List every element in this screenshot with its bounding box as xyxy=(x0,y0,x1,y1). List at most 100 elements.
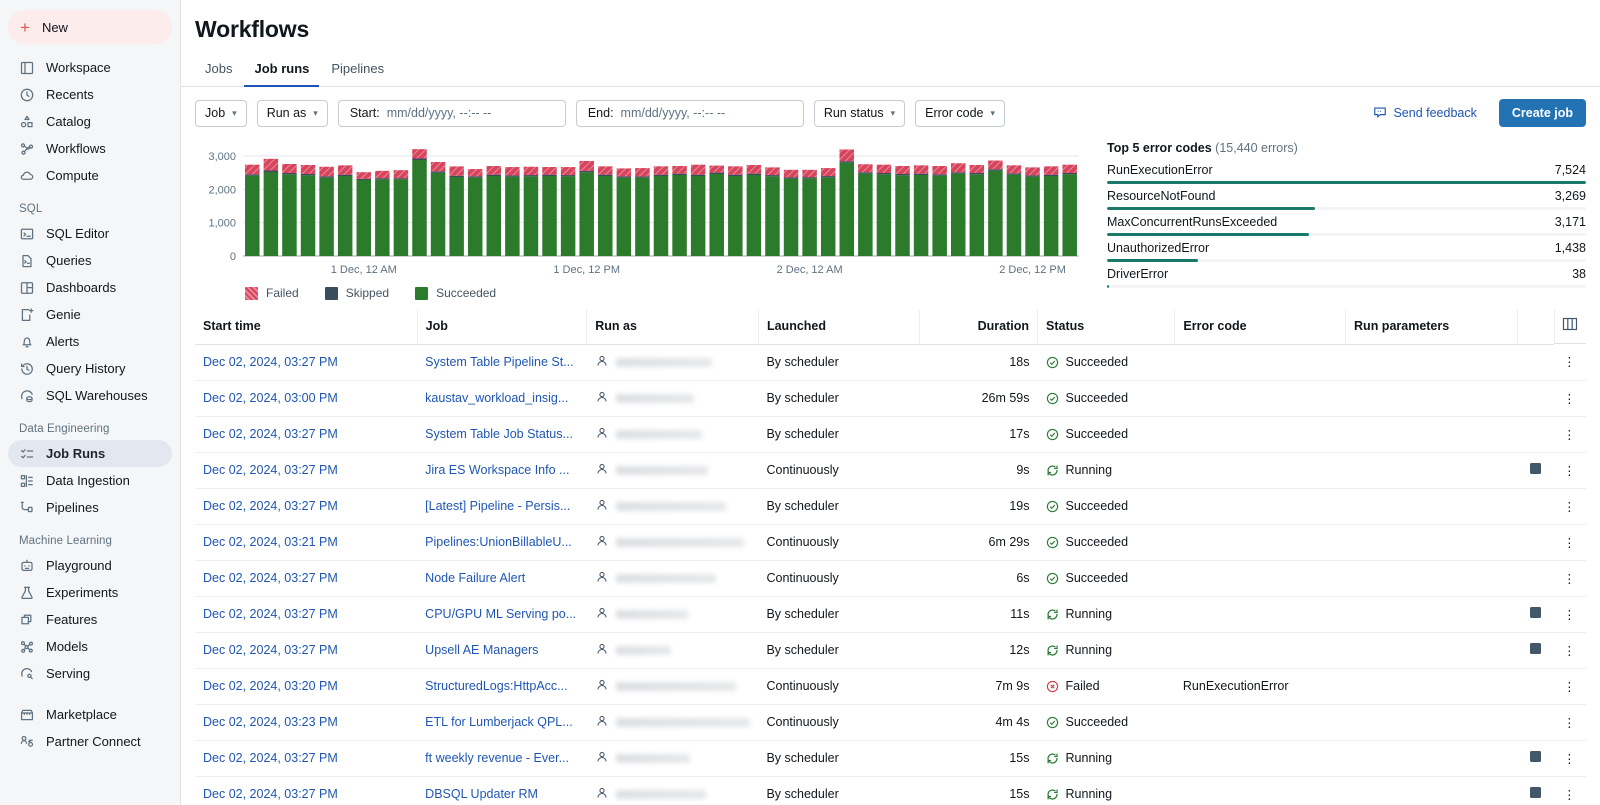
row-menu-button[interactable]: ⋮ xyxy=(1554,740,1586,776)
sidebar-item-compute[interactable]: Compute xyxy=(8,162,172,189)
stop-run-button[interactable] xyxy=(1530,607,1541,618)
table-row[interactable]: Dec 02, 2024, 03:27 PM ft weekly revenue… xyxy=(195,740,1586,776)
sidebar-item-dashboards[interactable]: Dashboards xyxy=(8,274,172,301)
start-date-input[interactable]: Start: mm/dd/yyyy, --:-- -- xyxy=(338,100,566,127)
column-header-status[interactable]: Status xyxy=(1038,310,1175,344)
start-time-link[interactable]: Dec 02, 2024, 03:23 PM xyxy=(203,715,338,729)
start-time-link[interactable]: Dec 02, 2024, 03:20 PM xyxy=(203,679,338,693)
start-time-link[interactable]: Dec 02, 2024, 03:27 PM xyxy=(203,463,338,477)
sidebar-item-genie[interactable]: Genie xyxy=(8,301,172,328)
sidebar-item-alerts[interactable]: Alerts xyxy=(8,328,172,355)
row-menu-button[interactable]: ⋮ xyxy=(1554,524,1586,560)
row-menu-button[interactable]: ⋮ xyxy=(1554,668,1586,704)
filter-run-as[interactable]: Run as ▾ xyxy=(257,100,328,127)
sidebar-item-models[interactable]: Models xyxy=(8,633,172,660)
error-code-row[interactable]: ResourceNotFound 3,269 xyxy=(1107,189,1586,210)
start-time-link[interactable]: Dec 02, 2024, 03:27 PM xyxy=(203,355,338,369)
job-link[interactable]: Upsell AE Managers xyxy=(425,643,538,657)
row-menu-button[interactable]: ⋮ xyxy=(1554,776,1586,805)
stop-run-button[interactable] xyxy=(1530,643,1541,654)
row-menu-button[interactable]: ⋮ xyxy=(1554,632,1586,668)
error-code-row[interactable]: DriverError 38 xyxy=(1107,267,1586,288)
sidebar-item-query-history[interactable]: Query History xyxy=(8,355,172,382)
sidebar-item-pipelines[interactable]: Pipelines xyxy=(8,494,172,521)
sidebar-item-experiments[interactable]: Experiments xyxy=(8,579,172,606)
start-time-link[interactable]: Dec 02, 2024, 03:27 PM xyxy=(203,751,338,765)
column-header-launched[interactable]: Launched xyxy=(758,310,919,344)
table-row[interactable]: Dec 02, 2024, 03:20 PM StructuredLogs:Ht… xyxy=(195,668,1586,704)
sidebar-item-serving[interactable]: Serving xyxy=(8,660,172,687)
column-header-duration[interactable]: Duration xyxy=(919,310,1037,344)
job-link[interactable]: CPU/GPU ML Serving po... xyxy=(425,607,576,621)
start-time-link[interactable]: Dec 02, 2024, 03:21 PM xyxy=(203,535,338,549)
job-link[interactable]: Jira ES Workspace Info ... xyxy=(425,463,569,477)
job-link[interactable]: [Latest] Pipeline - Persis... xyxy=(425,499,570,513)
row-menu-button[interactable]: ⋮ xyxy=(1554,704,1586,740)
sidebar-item-job-runs[interactable]: Job Runs xyxy=(8,440,172,467)
start-time-link[interactable]: Dec 02, 2024, 03:27 PM xyxy=(203,643,338,657)
row-menu-button[interactable]: ⋮ xyxy=(1554,596,1586,632)
table-row[interactable]: Dec 02, 2024, 03:27 PM System Table Job … xyxy=(195,416,1586,452)
filter-run-status[interactable]: Run status ▾ xyxy=(814,100,905,127)
row-menu-button[interactable]: ⋮ xyxy=(1554,416,1586,452)
row-menu-button[interactable]: ⋮ xyxy=(1554,488,1586,524)
start-time-link[interactable]: Dec 02, 2024, 03:27 PM xyxy=(203,607,338,621)
tab-pipelines[interactable]: Pipelines xyxy=(321,58,394,87)
start-time-link[interactable]: Dec 02, 2024, 03:27 PM xyxy=(203,571,338,585)
row-menu-button[interactable]: ⋮ xyxy=(1554,452,1586,488)
end-date-input[interactable]: End: mm/dd/yyyy, --:-- -- xyxy=(576,100,804,127)
job-link[interactable]: kaustav_workload_insig... xyxy=(425,391,568,405)
table-row[interactable]: Dec 02, 2024, 03:27 PM Upsell AE Manager… xyxy=(195,632,1586,668)
error-code-row[interactable]: RunExecutionError 7,524 xyxy=(1107,163,1586,184)
job-link[interactable]: ETL for Lumberjack QPL... xyxy=(425,715,573,729)
sidebar-item-recents[interactable]: Recents xyxy=(8,81,172,108)
sidebar-item-sql-warehouses[interactable]: SQL Warehouses xyxy=(8,382,172,409)
error-code-row[interactable]: MaxConcurrentRunsExceeded 3,171 xyxy=(1107,215,1586,236)
sidebar-item-features[interactable]: Features xyxy=(8,606,172,633)
send-feedback-button[interactable]: Send feedback xyxy=(1373,105,1476,122)
job-link[interactable]: System Table Pipeline St... xyxy=(425,355,573,369)
job-link[interactable]: StructuredLogs:HttpAcc... xyxy=(425,679,567,693)
job-link[interactable]: ft weekly revenue - Ever... xyxy=(425,751,569,765)
row-menu-button[interactable]: ⋮ xyxy=(1554,560,1586,596)
sidebar-item-sql-editor[interactable]: SQL Editor xyxy=(8,220,172,247)
row-menu-button[interactable]: ⋮ xyxy=(1554,380,1586,416)
sidebar-item-playground[interactable]: Playground xyxy=(8,552,172,579)
table-row[interactable]: Dec 02, 2024, 03:27 PM CPU/GPU ML Servin… xyxy=(195,596,1586,632)
job-link[interactable]: System Table Job Status... xyxy=(425,427,573,441)
column-header-job[interactable]: Job xyxy=(417,310,587,344)
filter-error-code[interactable]: Error code ▾ xyxy=(915,100,1005,127)
table-row[interactable]: Dec 02, 2024, 03:27 PM [Latest] Pipeline… xyxy=(195,488,1586,524)
stop-run-button[interactable] xyxy=(1530,787,1541,798)
table-row[interactable]: Dec 02, 2024, 03:27 PM DBSQL Updater RM … xyxy=(195,776,1586,805)
start-time-link[interactable]: Dec 02, 2024, 03:00 PM xyxy=(203,391,338,405)
table-row[interactable]: Dec 02, 2024, 03:27 PM System Table Pipe… xyxy=(195,344,1586,380)
table-row[interactable]: Dec 02, 2024, 03:27 PM Jira ES Workspace… xyxy=(195,452,1586,488)
column-settings-button[interactable] xyxy=(1554,310,1586,344)
sidebar-item-catalog[interactable]: Catalog xyxy=(8,108,172,135)
table-row[interactable]: Dec 02, 2024, 03:27 PM Node Failure Aler… xyxy=(195,560,1586,596)
column-header-run-parameters[interactable]: Run parameters xyxy=(1346,310,1518,344)
column-header-run-as[interactable]: Run as xyxy=(587,310,759,344)
stop-run-button[interactable] xyxy=(1530,463,1541,474)
table-row[interactable]: Dec 02, 2024, 03:00 PM kaustav_workload_… xyxy=(195,380,1586,416)
new-button[interactable]: + New xyxy=(8,10,172,44)
tab-jobs[interactable]: Jobs xyxy=(195,58,242,87)
table-row[interactable]: Dec 02, 2024, 03:23 PM ETL for Lumberjac… xyxy=(195,704,1586,740)
job-link[interactable]: DBSQL Updater RM xyxy=(425,787,538,801)
row-menu-button[interactable]: ⋮ xyxy=(1554,344,1586,380)
table-row[interactable]: Dec 02, 2024, 03:21 PM Pipelines:UnionBi… xyxy=(195,524,1586,560)
sidebar-item-workflows[interactable]: Workflows xyxy=(8,135,172,162)
tab-job-runs[interactable]: Job runs xyxy=(244,58,319,87)
job-link[interactable]: Node Failure Alert xyxy=(425,571,525,585)
job-link[interactable]: Pipelines:UnionBillableU... xyxy=(425,535,572,549)
start-time-link[interactable]: Dec 02, 2024, 03:27 PM xyxy=(203,787,338,801)
start-time-link[interactable]: Dec 02, 2024, 03:27 PM xyxy=(203,427,338,441)
column-header-error-code[interactable]: Error code xyxy=(1175,310,1346,344)
create-job-button[interactable]: Create job xyxy=(1499,99,1586,127)
start-time-link[interactable]: Dec 02, 2024, 03:27 PM xyxy=(203,499,338,513)
sidebar-item-partner-connect[interactable]: Partner Connect xyxy=(8,728,172,755)
stop-run-button[interactable] xyxy=(1530,751,1541,762)
error-code-row[interactable]: UnauthorizedError 1,438 xyxy=(1107,241,1586,262)
sidebar-item-queries[interactable]: Queries xyxy=(8,247,172,274)
